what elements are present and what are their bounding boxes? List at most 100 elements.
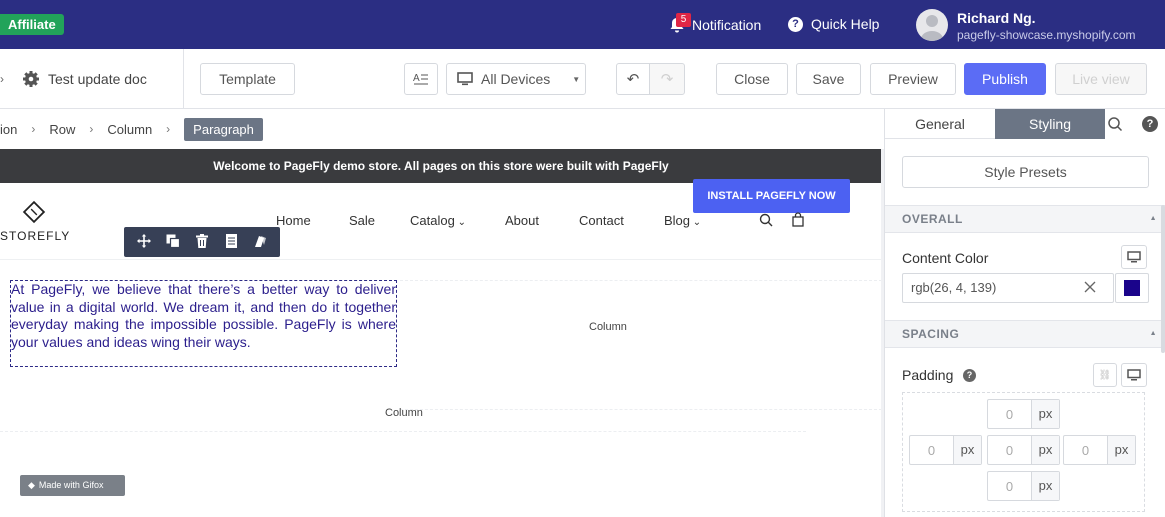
padding-left-field[interactable]: 0 px: [909, 435, 982, 465]
move-icon[interactable]: [136, 233, 152, 252]
padding-center-field[interactable]: 0 px: [987, 435, 1060, 465]
duplicate-icon[interactable]: [165, 233, 181, 252]
notification-badge: 5: [676, 13, 691, 27]
content-color-value: rgb(26, 4, 139): [911, 280, 997, 295]
color-swatch[interactable]: [1115, 273, 1149, 303]
tab-general[interactable]: General: [885, 109, 995, 139]
search-icon[interactable]: [759, 213, 773, 227]
chevron-right-icon: ›: [89, 122, 94, 136]
spacing-section-header[interactable]: SPACING ▲: [885, 320, 1165, 348]
redo-button[interactable]: ↷: [649, 63, 685, 95]
info-icon[interactable]: ?: [963, 369, 976, 382]
padding-top-value: 0: [1005, 406, 1014, 422]
help-icon: ?: [788, 16, 803, 32]
padding-right-value: 0: [1081, 442, 1090, 458]
styling-panel: General Styling ? Style Presets OVERALL ▲…: [884, 109, 1165, 517]
caret-down-icon: ▼: [572, 74, 581, 84]
unit-label: px: [1031, 400, 1059, 428]
nav-sale[interactable]: Sale: [349, 213, 375, 228]
panel-scrollbar[interactable]: [1161, 205, 1165, 353]
nav-blog[interactable]: Blog ⌄: [664, 213, 701, 228]
padding-bottom-field[interactable]: 0 px: [987, 471, 1060, 501]
padding-label: Padding: [902, 367, 954, 383]
install-button[interactable]: INSTALL PAGEFLY NOW: [693, 179, 850, 213]
unit-label: px: [953, 436, 981, 464]
breadcrumb-item[interactable]: ion: [0, 122, 17, 137]
live-view-button[interactable]: Live view: [1055, 63, 1147, 95]
nav-home[interactable]: Home: [276, 213, 311, 228]
notification-button[interactable]: 5 Notification: [668, 12, 761, 38]
undo-button[interactable]: ↶: [616, 63, 650, 95]
selected-paragraph[interactable]: At PageFly, we believe that there’s a be…: [10, 280, 397, 367]
cart-icon[interactable]: [791, 212, 805, 227]
device-toggle[interactable]: [1121, 363, 1147, 387]
device-toggle[interactable]: [1121, 245, 1147, 269]
device-select[interactable]: All Devices ▼: [446, 63, 586, 95]
undo-icon: ↶: [626, 71, 640, 88]
chevron-right-icon: ›: [31, 122, 36, 136]
padding-right-field[interactable]: 0 px: [1063, 435, 1136, 465]
element-toolbar: [124, 227, 280, 257]
divider: [0, 431, 806, 432]
nav-catalog[interactable]: Catalog ⌄: [410, 213, 466, 228]
help-icon[interactable]: ?: [1142, 116, 1158, 132]
caret-up-icon: ▲: [1149, 215, 1157, 222]
content-color-label: Content Color: [902, 250, 989, 266]
store-name: STOREFLY: [0, 229, 71, 243]
unit-label: px: [1031, 472, 1059, 500]
quick-help-button[interactable]: ? Quick Help: [788, 16, 879, 32]
affiliate-button[interactable]: Affiliate: [0, 14, 64, 35]
color-swatch-fill: [1124, 280, 1140, 296]
svg-text:A: A: [413, 73, 420, 84]
link-spacing-toggle[interactable]: ⛓: [1093, 363, 1117, 387]
column-placeholder[interactable]: [400, 280, 882, 410]
user-name[interactable]: Richard Ng.: [957, 10, 1036, 26]
gifox-watermark: ◆ Made with Gifox: [20, 475, 125, 496]
style-icon[interactable]: [252, 233, 268, 252]
breadcrumb-item[interactable]: Column: [107, 122, 152, 137]
unit-label: px: [1031, 436, 1059, 464]
gear-icon[interactable]: [22, 70, 40, 88]
avatar[interactable]: [916, 9, 948, 41]
spacing-label: SPACING: [902, 327, 960, 341]
user-shop: pagefly-showcase.myshopify.com: [957, 28, 1136, 42]
nav-about[interactable]: About: [505, 213, 539, 228]
gifox-label: Made with Gifox: [38, 480, 104, 490]
breadcrumb-active[interactable]: Paragraph: [184, 117, 263, 141]
text-align-icon[interactable]: A: [404, 63, 438, 95]
desktop-icon: [1127, 251, 1141, 263]
link-icon: ⛓: [1098, 369, 1112, 381]
trash-icon[interactable]: [194, 233, 210, 252]
preview-button[interactable]: Preview: [870, 63, 956, 95]
padding-center-value: 0: [1005, 442, 1014, 458]
save-button[interactable]: Save: [796, 63, 861, 95]
breadcrumb: ion › Row › Column › Paragraph: [0, 109, 884, 149]
tab-styling[interactable]: Styling: [995, 109, 1105, 139]
chevron-down-icon: ⌄: [454, 217, 466, 228]
notification-label: Notification: [692, 17, 762, 33]
quick-help-label: Quick Help: [811, 16, 880, 32]
desktop-icon: [457, 72, 473, 86]
breadcrumb-item[interactable]: Row: [49, 122, 75, 137]
doc-title-area[interactable]: › Test update doc: [0, 49, 184, 109]
column-label: Column: [385, 407, 423, 419]
redo-icon: ↷: [660, 71, 674, 88]
column-label: Column: [589, 321, 627, 333]
publish-button[interactable]: Publish: [964, 63, 1046, 95]
nav-catalog-label: Catalog: [410, 213, 455, 228]
save-section-icon[interactable]: [223, 233, 239, 252]
device-label: All Devices: [481, 71, 551, 87]
padding-left-value: 0: [927, 442, 936, 458]
style-presets-button[interactable]: Style Presets: [902, 156, 1149, 188]
search-icon[interactable]: [1107, 116, 1123, 132]
padding-top-field[interactable]: 0 px: [987, 399, 1060, 429]
nav-blog-label: Blog: [664, 213, 691, 228]
editor-canvas[interactable]: Welcome to PageFly demo store. All pages…: [0, 149, 884, 517]
doc-title: Test update doc: [48, 71, 147, 87]
nav-contact[interactable]: Contact: [579, 213, 624, 228]
close-button[interactable]: Close: [716, 63, 788, 95]
clear-icon[interactable]: [1083, 280, 1097, 294]
overall-section-header[interactable]: OVERALL ▲: [885, 205, 1165, 233]
desktop-icon: [1127, 369, 1141, 381]
template-button[interactable]: Template: [200, 63, 295, 95]
